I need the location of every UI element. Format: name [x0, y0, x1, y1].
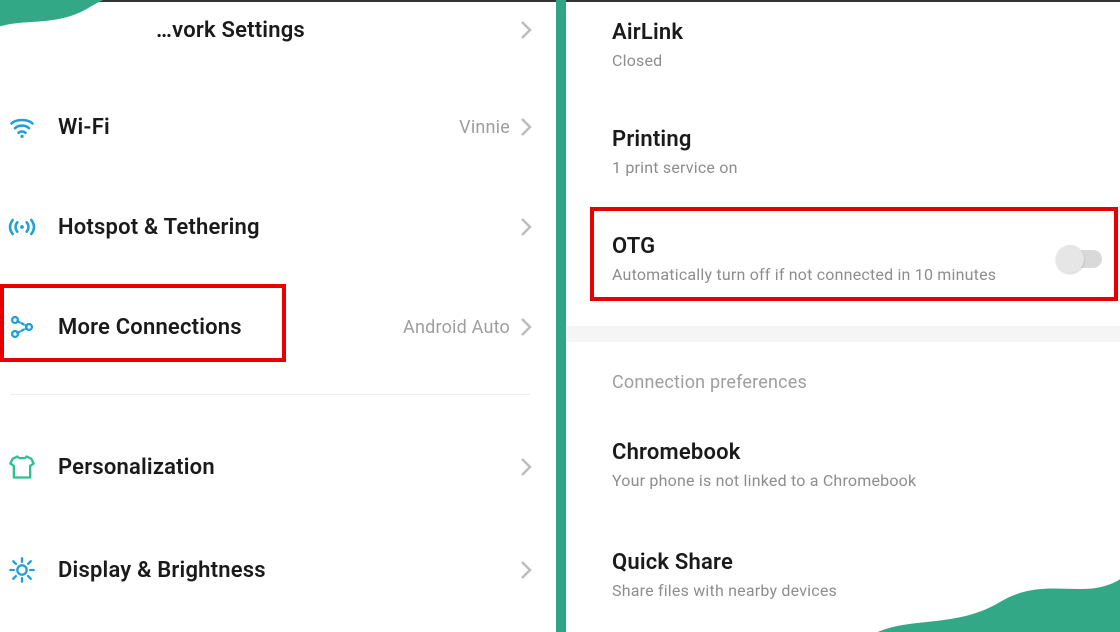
- left-panel: …vork Settings Wi-Fi Vinnie: [0, 2, 556, 632]
- settings-item-personalization[interactable]: Personalization: [0, 447, 556, 487]
- tshirt-icon: [8, 453, 36, 481]
- panel-divider: [556, 0, 566, 632]
- item-label: AirLink: [612, 20, 1120, 45]
- hotspot-icon: [8, 213, 36, 241]
- chevron-right-icon: [520, 20, 532, 40]
- section-label: Connection preferences: [612, 372, 807, 393]
- item-label: Chromebook: [612, 440, 1120, 465]
- settings-item-network[interactable]: …vork Settings: [0, 10, 556, 50]
- chevron-right-icon: [520, 317, 532, 337]
- item-label: Display & Brightness: [58, 558, 520, 583]
- decorative-wave-bottom-right: [860, 522, 1120, 632]
- settings-item-wifi[interactable]: Wi-Fi Vinnie: [0, 107, 556, 147]
- settings-item-printing[interactable]: Printing 1 print service on: [566, 127, 1120, 177]
- section-header-connection-preferences: Connection preferences: [566, 372, 1120, 393]
- item-value: Android Auto: [403, 317, 510, 338]
- settings-item-hotspot[interactable]: Hotspot & Tethering: [0, 207, 556, 247]
- highlight-more-connections: [0, 284, 286, 362]
- chevron-right-icon: [520, 217, 532, 237]
- highlight-otg: [590, 207, 1118, 301]
- item-label: Wi-Fi: [58, 115, 459, 140]
- item-label: Hotspot & Tethering: [58, 215, 520, 240]
- item-value: Vinnie: [459, 117, 510, 138]
- section-gap: [566, 326, 1120, 342]
- separator: [10, 394, 530, 395]
- item-label: Personalization: [58, 455, 520, 480]
- item-label: …vork Settings: [156, 18, 520, 43]
- settings-item-display[interactable]: Display & Brightness: [0, 550, 556, 590]
- settings-item-airlink[interactable]: AirLink Closed: [566, 20, 1120, 70]
- item-sub: 1 print service on: [612, 158, 1120, 177]
- wifi-icon: [8, 113, 36, 141]
- chevron-right-icon: [520, 117, 532, 137]
- chevron-right-icon: [520, 560, 532, 580]
- item-sub: Closed: [612, 51, 1120, 70]
- sun-icon: [8, 556, 36, 584]
- item-sub: Your phone is not linked to a Chromebook: [612, 471, 1120, 490]
- blank-icon: [8, 16, 36, 44]
- right-panel: AirLink Closed Printing 1 print service …: [566, 2, 1120, 632]
- chevron-right-icon: [520, 457, 532, 477]
- item-label: Printing: [612, 127, 1120, 152]
- settings-item-chromebook[interactable]: Chromebook Your phone is not linked to a…: [566, 440, 1120, 490]
